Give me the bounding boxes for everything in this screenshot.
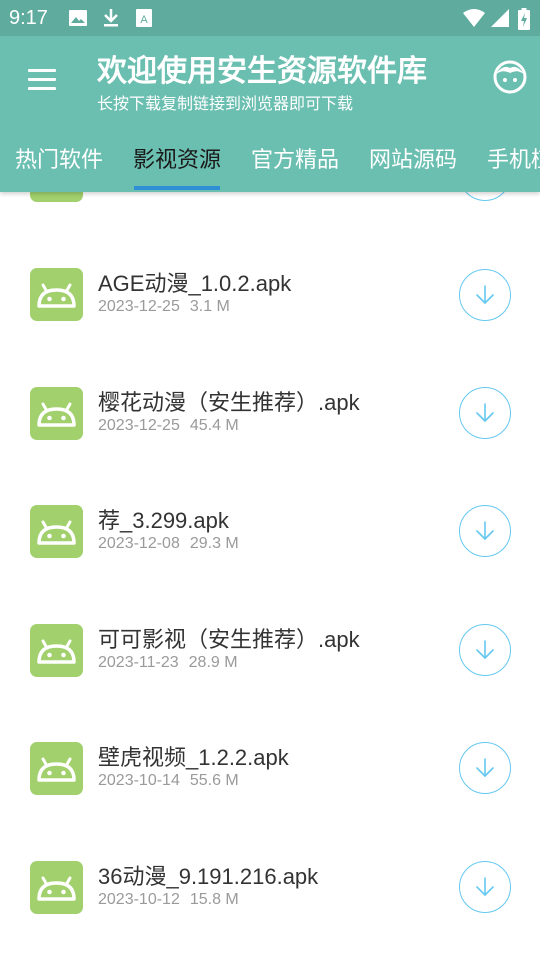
android-app-icon (30, 861, 83, 914)
app-name: AGE动漫_1.0.2.apk (98, 271, 292, 296)
menu-icon (28, 69, 56, 72)
app-size: 3.1 M (189, 298, 230, 315)
download-button[interactable] (459, 742, 511, 794)
status-time: 9:17 (9, 7, 48, 29)
page-title: 欢迎使用安生资源软件库 (97, 54, 427, 89)
menu-icon (28, 78, 56, 81)
list-item[interactable]: 36动漫_9.191.216.apk 2023-10-12 15.8 M (0, 829, 540, 947)
android-app-icon (30, 268, 83, 321)
wifi-icon (463, 9, 485, 27)
app-meta: 2023-11-23 28.9 M (98, 654, 238, 672)
status-bar: 9:17 A (0, 0, 540, 36)
list-item[interactable]: AGE动漫_1.0.2.apk 2023-12-25 3.1 M (0, 236, 540, 354)
app-meta: 2023-10-14 55.6 M (98, 772, 239, 790)
app-header: 9:17 A 欢迎使用安生资源软件库 长按下载复制链接到浏览器即可下载 热门软件… (0, 0, 540, 192)
app-name: 可可影视（安生推荐）.apk (98, 627, 360, 652)
tab-official-picks[interactable]: 官方精品 (251, 142, 339, 174)
app-date: 2023-12-08 (98, 535, 180, 552)
tab-video-resources[interactable]: 影视资源 (133, 142, 221, 174)
android-icon (37, 402, 76, 427)
menu-button[interactable] (24, 66, 60, 94)
app-meta: 2023-10-12 15.8 M (98, 891, 239, 909)
app-meta: 2023-12-25 45.4 M (98, 417, 239, 435)
tab-mobile[interactable]: 手机植 (487, 142, 540, 174)
download-arrow-icon (476, 640, 494, 659)
download-button[interactable] (459, 387, 511, 439)
svg-text:A: A (140, 14, 148, 26)
toolbar: 欢迎使用安生资源软件库 长按下载复制链接到浏览器即可下载 (0, 36, 540, 120)
list-item[interactable]: 壁虎视频_1.2.2.apk 2023-10-14 55.6 M (0, 710, 540, 828)
list-item[interactable]: 荐_3.299.apk 2023-12-08 29.3 M (0, 473, 540, 591)
download-button[interactable] (459, 861, 511, 913)
android-app-icon (30, 742, 83, 795)
list-item[interactable]: 樱花动漫（安生推荐）.apk 2023-12-25 45.4 M (0, 355, 540, 473)
android-icon (37, 876, 76, 901)
download-arrow-icon (476, 521, 494, 540)
gallery-icon (69, 10, 87, 26)
list-item[interactable]: 可可影视（安生推荐）.apk 2023-11-23 28.9 M (0, 592, 540, 710)
download-button[interactable] (459, 624, 511, 676)
app-date: 2023-10-12 (98, 891, 180, 908)
app-size: 45.4 M (189, 417, 239, 434)
app-date: 2023-10-14 (98, 772, 180, 789)
download-arrow-icon (476, 758, 494, 777)
app-date: 2023-12-25 (98, 417, 180, 434)
face-icon[interactable] (493, 60, 527, 94)
tab-indicator (134, 186, 220, 190)
download-arrow-icon (476, 285, 494, 304)
app-name: 36动漫_9.191.216.apk (98, 864, 319, 889)
app-name: 樱花动漫（安生推荐）.apk (98, 390, 360, 415)
app-size: 28.9 M (188, 654, 238, 671)
app-date: 2023-11-23 (98, 654, 179, 671)
download-arrow-icon (476, 403, 494, 422)
android-app-icon (30, 624, 83, 677)
android-icon (37, 757, 76, 782)
download-status-icon (104, 9, 118, 27)
android-app-icon (30, 387, 83, 440)
android-app-icon (30, 505, 83, 558)
tab-hot-software[interactable]: 热门软件 (15, 142, 103, 174)
tab-website-source[interactable]: 网站源码 (369, 142, 457, 174)
android-icon (37, 520, 76, 545)
app-meta: 2023-12-25 3.1 M (98, 298, 230, 316)
android-icon (37, 283, 76, 308)
app-date: 2023-12-25 (98, 298, 180, 315)
app-meta: 2023-12-08 29.3 M (98, 535, 239, 553)
download-button[interactable] (459, 505, 511, 557)
app-size: 55.6 M (189, 772, 239, 789)
category-tabs: 热门软件 影视资源 官方精品 网站源码 手机植 (0, 130, 540, 192)
download-arrow-icon (476, 877, 494, 896)
menu-icon (28, 87, 56, 90)
battery-icon (518, 8, 530, 30)
android-icon (37, 639, 76, 664)
app-size: 29.3 M (189, 535, 239, 552)
app-name: 荐_3.299.apk (98, 508, 229, 533)
download-button[interactable] (459, 269, 511, 321)
translate-icon: A (136, 9, 152, 27)
app-name: 壁虎视频_1.2.2.apk (98, 745, 289, 770)
app-size: 15.8 M (189, 891, 239, 908)
signal-icon (491, 9, 509, 27)
page-subtitle: 长按下载复制链接到浏览器即可下载 (97, 94, 354, 113)
